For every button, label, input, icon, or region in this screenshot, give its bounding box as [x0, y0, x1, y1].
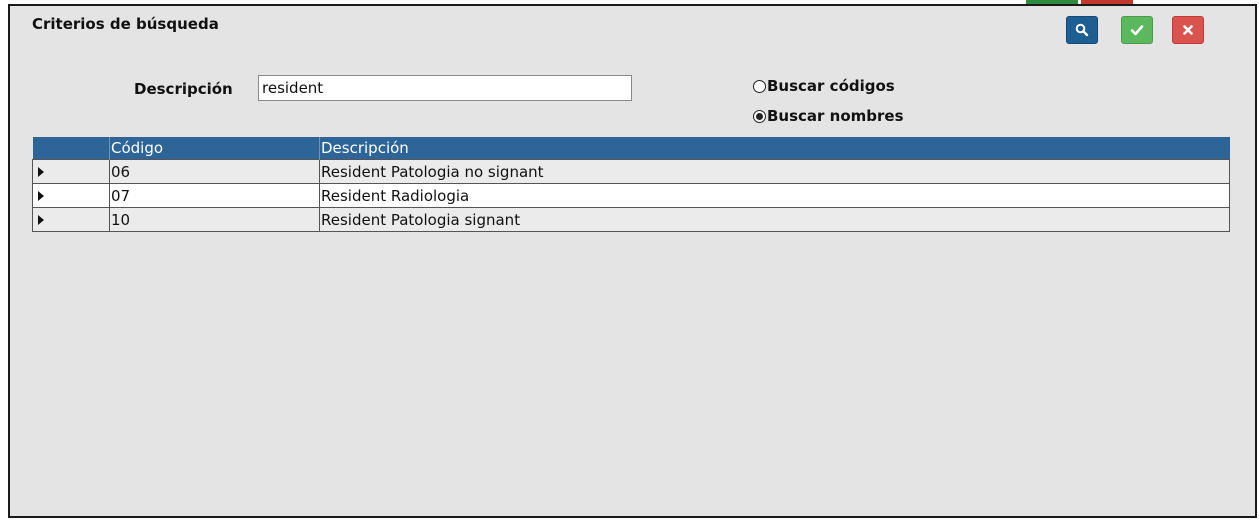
check-icon [1130, 25, 1144, 36]
cell-code: 06 [109, 159, 320, 184]
description-label: Descripción [134, 80, 233, 98]
row-arrow-icon [38, 191, 44, 201]
cell-description: Resident Patologia no signant [319, 159, 1230, 184]
search-icon [1075, 23, 1089, 37]
header-selector [32, 137, 110, 160]
radio-search-names-label: Buscar nombres [767, 107, 904, 125]
table-row[interactable]: 07 Resident Radiologia [32, 183, 1230, 208]
cell-description: Resident Radiologia [319, 183, 1230, 208]
radio-search-names[interactable]: Buscar nombres [753, 107, 904, 125]
header-description[interactable]: Descripción [319, 137, 1230, 160]
row-arrow-icon [38, 167, 44, 177]
cell-description: Resident Patologia signant [319, 207, 1230, 232]
dialog-title: Criterios de búsqueda [32, 15, 219, 33]
table-header-row: Código Descripción [32, 137, 1230, 160]
cell-code: 07 [109, 183, 320, 208]
close-icon [1183, 25, 1193, 35]
row-selector[interactable] [32, 207, 110, 232]
table-row[interactable]: 10 Resident Patologia signant [32, 207, 1230, 232]
row-selector[interactable] [32, 159, 110, 184]
header-code[interactable]: Código [109, 137, 320, 160]
cell-code: 10 [109, 207, 320, 232]
cancel-button[interactable] [1172, 16, 1204, 44]
description-input[interactable] [258, 75, 632, 101]
search-criteria-dialog: Criterios de búsqueda Descripción Buscar… [8, 4, 1257, 518]
table-row[interactable]: 06 Resident Patologia no signant [32, 159, 1230, 184]
row-selector[interactable] [32, 183, 110, 208]
search-button[interactable] [1066, 16, 1098, 44]
radio-search-codes-label: Buscar códigos [767, 77, 895, 95]
radio-circle-codes[interactable] [753, 79, 766, 93]
accept-button[interactable] [1121, 16, 1153, 44]
radio-circle-names[interactable] [753, 109, 766, 123]
radio-search-codes[interactable]: Buscar códigos [753, 77, 895, 95]
row-arrow-icon [38, 215, 44, 225]
results-table: Código Descripción 06 Resident Patologia… [32, 137, 1230, 232]
